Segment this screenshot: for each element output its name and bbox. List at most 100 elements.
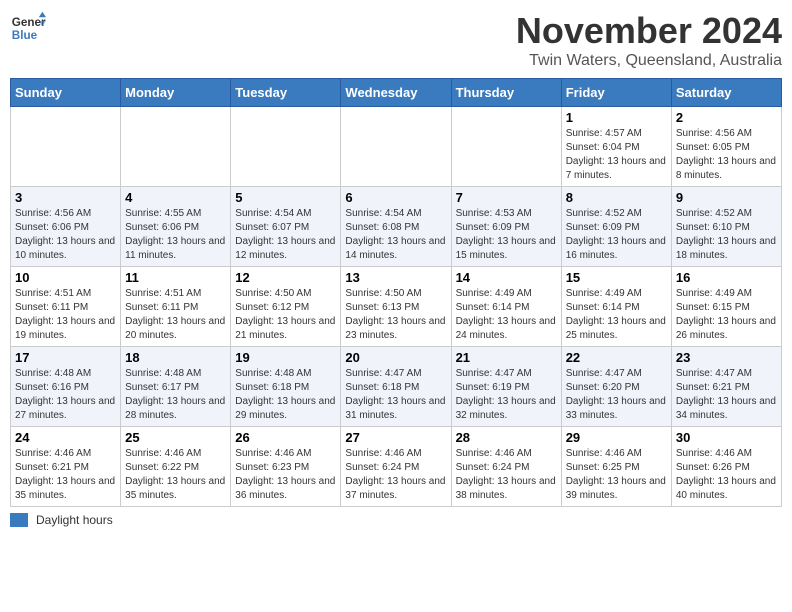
calendar-cell: 23Sunrise: 4:47 AM Sunset: 6:21 PM Dayli… — [671, 347, 781, 427]
calendar-week-row: 17 Sunrise: 4:48 AM Sunset: 6:16 PM Dayli… — [11, 347, 782, 427]
legend-color-box — [10, 513, 28, 527]
day-info: Sunrise: 4:47 AM Sunset: 6:21 PM Dayligh… — [676, 367, 777, 423]
col-tuesday: Tuesday — [231, 79, 341, 107]
col-monday: Monday — [121, 79, 231, 107]
day-number: 18 — [125, 350, 226, 365]
subtitle: Twin Waters, Queensland, Australia — [516, 52, 782, 70]
day-number: 16 — [676, 270, 777, 285]
day-number: 28 — [456, 430, 557, 445]
calendar-body: 1 Sunrise: 4:57 AM Sunset: 6:04 PM Daylig… — [11, 107, 782, 507]
calendar-cell: 17 Sunrise: 4:48 AM Sunset: 6:16 PM Dayli… — [11, 347, 121, 427]
day-info: Sunrise: 4:48 AM Sunset: 6:16 PM Dayligh… — [15, 367, 116, 423]
title-area: November 2024 Twin Waters, Queensland, A… — [516, 10, 782, 70]
day-info: Sunrise: 4:48 AM Sunset: 6:17 PM Dayligh… — [125, 367, 226, 423]
calendar-header-row: Sunday Monday Tuesday Wednesday Thursday… — [11, 79, 782, 107]
day-info: Sunrise: 4:49 AM Sunset: 6:15 PM Dayligh… — [676, 287, 777, 343]
day-info: Sunrise: 4:49 AM Sunset: 6:14 PM Dayligh… — [456, 287, 557, 343]
calendar-cell — [451, 107, 561, 187]
day-number: 4 — [125, 190, 226, 205]
calendar-cell: 4Sunrise: 4:55 AM Sunset: 6:06 PM Daylig… — [121, 187, 231, 267]
col-sunday: Sunday — [11, 79, 121, 107]
day-number: 24 — [15, 430, 116, 445]
calendar-cell: 11 Sunrise: 4:51 AM Sunset: 6:11 PM Dayli… — [121, 267, 231, 347]
day-number: 8 — [566, 190, 667, 205]
calendar-cell — [11, 107, 121, 187]
day-info: Sunrise: 4:56 AM Sunset: 6:06 PM Dayligh… — [15, 207, 116, 263]
calendar-cell: 6 Sunrise: 4:54 AM Sunset: 6:08 PM Daylig… — [341, 187, 451, 267]
day-number: 22 — [566, 350, 667, 365]
day-number: 10 — [15, 270, 116, 285]
calendar: Sunday Monday Tuesday Wednesday Thursday… — [10, 78, 782, 507]
day-info: Sunrise: 4:52 AM Sunset: 6:10 PM Dayligh… — [676, 207, 777, 263]
col-friday: Friday — [561, 79, 671, 107]
calendar-cell: 2 Sunrise: 4:56 AM Sunset: 6:05 PM Daylig… — [671, 107, 781, 187]
calendar-week-row: 1 Sunrise: 4:57 AM Sunset: 6:04 PM Daylig… — [11, 107, 782, 187]
day-number: 3 — [15, 190, 116, 205]
day-number: 13 — [345, 270, 446, 285]
day-info: Sunrise: 4:56 AM Sunset: 6:05 PM Dayligh… — [676, 127, 777, 183]
day-number: 26 — [235, 430, 336, 445]
calendar-cell: 28 Sunrise: 4:46 AM Sunset: 6:24 PM Dayli… — [451, 427, 561, 507]
header: General Blue November 2024 Twin Waters, … — [10, 10, 782, 70]
calendar-cell: 8 Sunrise: 4:52 AM Sunset: 6:09 PM Daylig… — [561, 187, 671, 267]
calendar-cell: 25Sunrise: 4:46 AM Sunset: 6:22 PM Dayli… — [121, 427, 231, 507]
day-info: Sunrise: 4:54 AM Sunset: 6:08 PM Dayligh… — [345, 207, 446, 263]
day-number: 17 — [15, 350, 116, 365]
calendar-cell: 19 Sunrise: 4:48 AM Sunset: 6:18 PM Dayli… — [231, 347, 341, 427]
day-number: 12 — [235, 270, 336, 285]
day-number: 19 — [235, 350, 336, 365]
main-title: November 2024 — [516, 10, 782, 52]
calendar-cell: 5Sunrise: 4:54 AM Sunset: 6:07 PM Daylig… — [231, 187, 341, 267]
day-number: 5 — [235, 190, 336, 205]
calendar-cell: 29 Sunrise: 4:46 AM Sunset: 6:25 PM Dayli… — [561, 427, 671, 507]
calendar-cell: 12 Sunrise: 4:50 AM Sunset: 6:12 PM Dayli… — [231, 267, 341, 347]
day-info: Sunrise: 4:47 AM Sunset: 6:18 PM Dayligh… — [345, 367, 446, 423]
day-number: 6 — [345, 190, 446, 205]
day-info: Sunrise: 4:57 AM Sunset: 6:04 PM Dayligh… — [566, 127, 667, 183]
day-info: Sunrise: 4:48 AM Sunset: 6:18 PM Dayligh… — [235, 367, 336, 423]
col-saturday: Saturday — [671, 79, 781, 107]
logo: General Blue — [10, 10, 46, 46]
calendar-cell — [121, 107, 231, 187]
calendar-cell: 22 Sunrise: 4:47 AM Sunset: 6:20 PM Dayli… — [561, 347, 671, 427]
legend-area: Daylight hours — [10, 513, 782, 527]
calendar-cell: 30 Sunrise: 4:46 AM Sunset: 6:26 PM Dayli… — [671, 427, 781, 507]
day-number: 2 — [676, 110, 777, 125]
day-info: Sunrise: 4:46 AM Sunset: 6:24 PM Dayligh… — [456, 447, 557, 503]
day-info: Sunrise: 4:46 AM Sunset: 6:25 PM Dayligh… — [566, 447, 667, 503]
calendar-cell — [341, 107, 451, 187]
day-info: Sunrise: 4:50 AM Sunset: 6:12 PM Dayligh… — [235, 287, 336, 343]
logo-icon: General Blue — [10, 10, 46, 46]
col-thursday: Thursday — [451, 79, 561, 107]
day-info: Sunrise: 4:52 AM Sunset: 6:09 PM Dayligh… — [566, 207, 667, 263]
day-info: Sunrise: 4:51 AM Sunset: 6:11 PM Dayligh… — [125, 287, 226, 343]
calendar-cell: 13 Sunrise: 4:50 AM Sunset: 6:13 PM Dayli… — [341, 267, 451, 347]
day-number: 30 — [676, 430, 777, 445]
calendar-cell — [231, 107, 341, 187]
calendar-cell: 3 Sunrise: 4:56 AM Sunset: 6:06 PM Daylig… — [11, 187, 121, 267]
day-info: Sunrise: 4:46 AM Sunset: 6:24 PM Dayligh… — [345, 447, 446, 503]
day-number: 15 — [566, 270, 667, 285]
svg-text:Blue: Blue — [12, 29, 38, 42]
day-info: Sunrise: 4:47 AM Sunset: 6:19 PM Dayligh… — [456, 367, 557, 423]
calendar-cell: 10Sunrise: 4:51 AM Sunset: 6:11 PM Dayli… — [11, 267, 121, 347]
calendar-week-row: 3 Sunrise: 4:56 AM Sunset: 6:06 PM Daylig… — [11, 187, 782, 267]
day-number: 29 — [566, 430, 667, 445]
calendar-cell: 1 Sunrise: 4:57 AM Sunset: 6:04 PM Daylig… — [561, 107, 671, 187]
day-number: 25 — [125, 430, 226, 445]
calendar-cell: 26Sunrise: 4:46 AM Sunset: 6:23 PM Dayli… — [231, 427, 341, 507]
day-info: Sunrise: 4:47 AM Sunset: 6:20 PM Dayligh… — [566, 367, 667, 423]
day-info: Sunrise: 4:49 AM Sunset: 6:14 PM Dayligh… — [566, 287, 667, 343]
calendar-cell: 15 Sunrise: 4:49 AM Sunset: 6:14 PM Dayli… — [561, 267, 671, 347]
day-number: 20 — [345, 350, 446, 365]
calendar-cell: 7Sunrise: 4:53 AM Sunset: 6:09 PM Daylig… — [451, 187, 561, 267]
calendar-cell: 9 Sunrise: 4:52 AM Sunset: 6:10 PM Daylig… — [671, 187, 781, 267]
day-info: Sunrise: 4:46 AM Sunset: 6:26 PM Dayligh… — [676, 447, 777, 503]
day-info: Sunrise: 4:50 AM Sunset: 6:13 PM Dayligh… — [345, 287, 446, 343]
day-info: Sunrise: 4:53 AM Sunset: 6:09 PM Dayligh… — [456, 207, 557, 263]
day-number: 1 — [566, 110, 667, 125]
day-number: 11 — [125, 270, 226, 285]
day-number: 9 — [676, 190, 777, 205]
calendar-cell: 27Sunrise: 4:46 AM Sunset: 6:24 PM Dayli… — [341, 427, 451, 507]
calendar-cell: 14Sunrise: 4:49 AM Sunset: 6:14 PM Dayli… — [451, 267, 561, 347]
